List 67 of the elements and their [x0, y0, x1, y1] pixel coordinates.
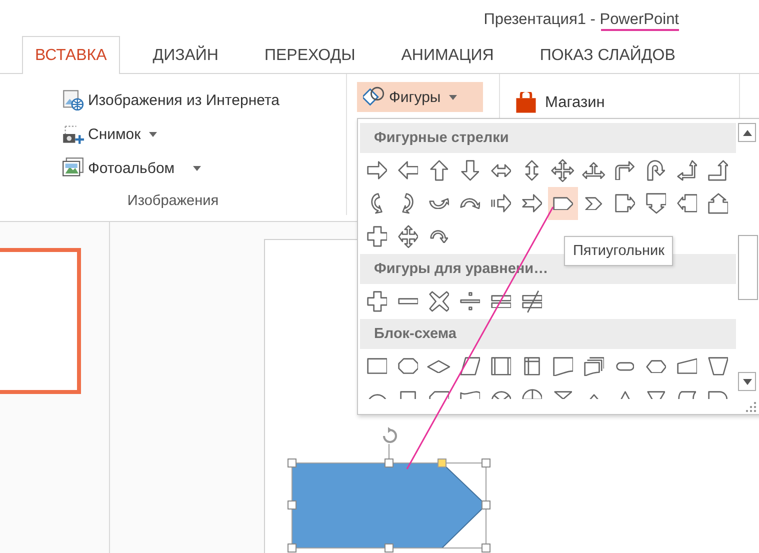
left-up-arrow-icon [676, 160, 698, 181]
selected-pentagon-drawing[interactable] [288, 427, 490, 552]
left-arrow-icon [398, 161, 418, 180]
divide-icon [460, 292, 480, 311]
rectangle-icon [366, 358, 388, 375]
chevron-icon [585, 196, 603, 210]
shapes-icon [363, 86, 385, 108]
right-callout-icon [614, 194, 636, 213]
gallery-section-header: Блок-схема [360, 319, 736, 349]
notched-arrow-icon [522, 194, 542, 213]
shapes-button[interactable]: Фигуры [357, 82, 483, 112]
minus-icon [398, 298, 418, 305]
caret-icon [448, 94, 457, 100]
u-turn-arrow-icon [646, 160, 666, 181]
bent-up-arrow-icon [708, 160, 728, 181]
multidocument-icon [584, 356, 604, 376]
down-arrow-icon [460, 160, 480, 181]
ribbon-tab[interactable]: ПЕРЕХОДЫ [251, 36, 368, 74]
left-callout-icon [676, 194, 698, 213]
up-triangle-icon [742, 130, 752, 136]
multiply-icon [428, 291, 450, 312]
down-triangle-icon [742, 378, 752, 384]
curved-arrow-icon [402, 193, 414, 214]
gallery-section-header: Фигурные стрелки [360, 123, 736, 153]
circular-arrow-icon [430, 230, 448, 244]
equal-icon [490, 294, 512, 308]
up-down-arrow-icon [525, 160, 539, 181]
scrollbar-thumb[interactable] [738, 235, 758, 300]
up-arrow-icon [430, 160, 448, 181]
ribbon-command[interactable]: Снимок [62, 117, 346, 151]
up-callout-icon [708, 193, 728, 214]
bent-arrow-icon [615, 160, 635, 180]
slide-thumbnail[interactable] [0, 248, 81, 394]
ribbon-command[interactable]: Фотоальбом [62, 151, 346, 185]
down-callout-icon [646, 193, 666, 214]
ribbon-tab[interactable]: ВСТАВКА [22, 36, 120, 74]
not-equal-icon [522, 290, 542, 314]
plus-icon [366, 291, 388, 312]
scroll-down-button[interactable] [738, 372, 756, 391]
ribbon-tab[interactable]: ДИЗАЙН [140, 36, 232, 74]
parallelogram-icon [460, 357, 480, 376]
diamond-icon [427, 360, 451, 374]
right-arrow-icon [366, 161, 388, 180]
window-title: Презентация1 - PowerPoint [484, 11, 679, 28]
left-right-arrow-icon [490, 164, 512, 178]
quad-arrow-icon [398, 224, 418, 248]
curved-arrow-icon [371, 193, 383, 214]
tooltip: Пятиугольник [564, 236, 674, 266]
ribbon-command[interactable]: Изображения из Интернета [62, 83, 346, 117]
document-icon [552, 356, 574, 376]
picture-globe-icon [62, 89, 84, 111]
resize-grip-icon[interactable] [746, 402, 756, 412]
scroll-up-button[interactable] [738, 123, 756, 142]
curved-arrow-icon [428, 198, 450, 210]
shape-option[interactable] [548, 187, 578, 220]
photo-album-icon [62, 157, 84, 179]
pentagon-icon [552, 196, 574, 210]
bag-icon [515, 92, 537, 114]
quad-arrow-icon [551, 158, 575, 182]
group-label: Изображения [127, 193, 219, 209]
three-way-arrow-icon [582, 162, 606, 180]
striped-arrow-icon [490, 194, 512, 213]
curved-arrow-icon [460, 198, 480, 210]
ribbon-tab[interactable]: АНИМАЦИЯ [388, 36, 507, 74]
store-button[interactable]: Магазин [515, 92, 605, 114]
ribbon-tab[interactable]: ПОКАЗ СЛАЙДОВ [526, 36, 688, 74]
camera-icon [62, 123, 84, 145]
